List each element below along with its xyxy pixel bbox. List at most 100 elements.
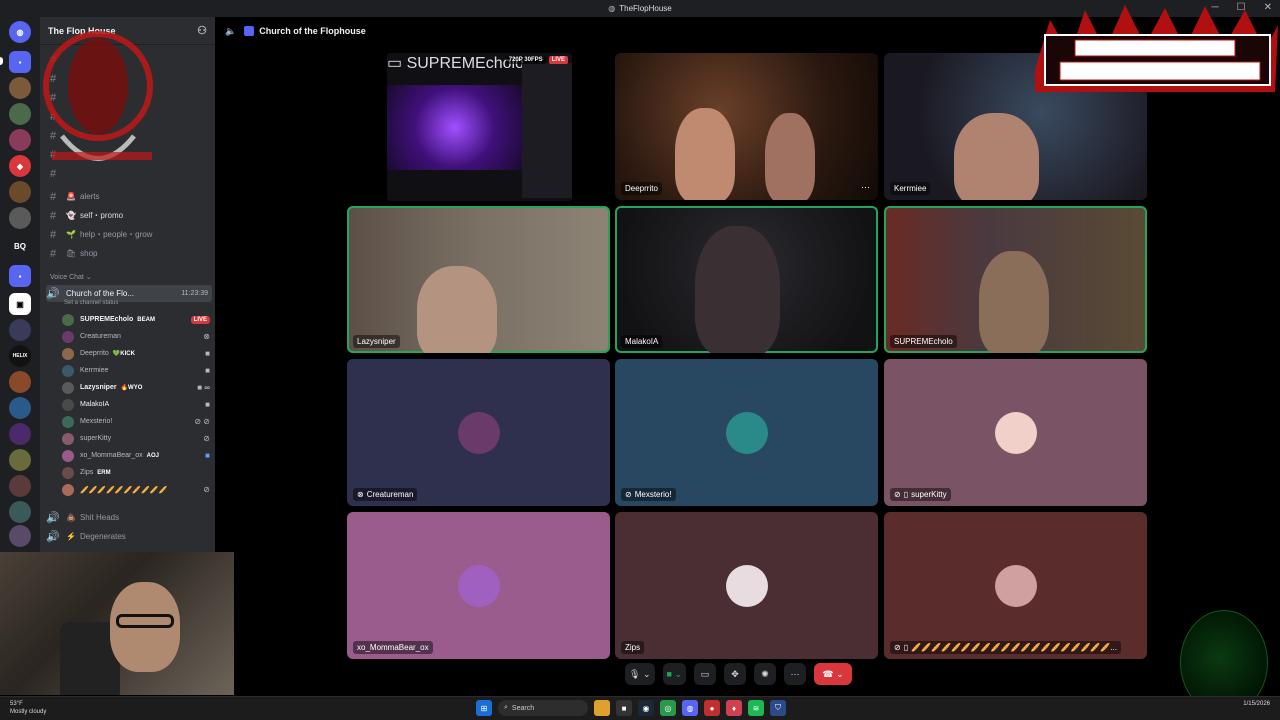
channel-item-blank-3[interactable]: # [46,89,212,106]
video-tile-deeprrito[interactable]: Deeprrito ⋯ [615,53,878,200]
voice-user-kerrmiee[interactable]: Kerrmiee ■ [62,362,210,379]
server-icon-2[interactable] [9,103,31,125]
channel-item-blank-5[interactable]: # [46,127,212,144]
video-tile-lazysniper[interactable]: Lazysniper [347,206,610,353]
taskbar-search[interactable]: ⌕ Search [498,700,588,716]
voice-user-creatureman[interactable]: Creatureman ⊗ [62,328,210,345]
server-icon-13[interactable] [9,475,31,497]
voice-user-malakoia[interactable]: MalakoIA ■ [62,396,210,413]
spotify-icon[interactable]: ≋ [748,700,764,716]
system-tray[interactable]: 1/15/2026 [1243,700,1270,708]
more-icon[interactable]: ⋯ [861,182,870,193]
more-options-button[interactable]: ⋯ [784,663,806,685]
voice-channel-degenerates[interactable]: 🔊 ⚡ Degenerates [46,528,212,545]
voice-user-deeprrito[interactable]: Deeprrito 💚KICK ■ [62,345,210,362]
steam-icon[interactable]: ◉ [638,700,654,716]
avatar [62,415,74,428]
avatar-tile-superkitty[interactable]: ⊘ ▯ superKitty [884,359,1147,506]
speaker-icon: 🔊 [46,288,60,300]
video-tile-malakoia[interactable]: MalakoIA [615,206,878,353]
voice-user-supremecholo[interactable]: SUPREMEcholo BEAM LIVE [62,311,210,328]
video-tile-supremecholo[interactable]: SUPREMEcholo [884,206,1147,353]
channel-item-blank-6[interactable]: # [46,146,212,163]
channel-item-shop[interactable]: # 🛍 shop [46,245,212,262]
folder-icon[interactable]: ▪ [9,51,31,73]
channel-item-self-promo[interactable]: # 👻 self・promo [46,207,212,224]
add-user-icon[interactable]: ⚇ [197,24,207,37]
avatar-tile-zips[interactable]: Zips [615,512,878,659]
channel-item-blank-7[interactable]: # [46,165,212,182]
soundboard-button[interactable]: ✺ [754,663,776,685]
avatar-tile-creatureman[interactable]: ⊗ Creatureman [347,359,610,506]
microphone-button[interactable]: 🎙 ⌄ [625,663,655,685]
activities-button[interactable]: ✥ [724,663,746,685]
streamer-webcam [0,552,234,695]
server-rail: ◍ ▪ ◆ BQ ▪ ▣ HELIX [0,17,40,552]
search-icon: ⌕ [504,704,508,711]
windows-start-icon[interactable]: ⊞ [476,700,492,716]
server-icon-helix[interactable]: HELIX [9,345,31,367]
server-icon-8[interactable] [9,319,31,341]
avatar-tile-mexsterio[interactable]: ⊘ Mexsterio! [615,359,878,506]
home-server-icon[interactable]: ◍ [9,21,31,43]
person [695,226,780,353]
person [765,113,815,200]
app-icon[interactable]: ♦ [726,700,742,716]
voice-channel-shit-heads[interactable]: 🔊 💩 Shit Heads [46,509,212,526]
channel-status-hint[interactable]: Set a channel status [64,300,118,306]
camera-icon: ■ [205,366,210,375]
avatar-tile-mommabear[interactable]: xo_MommaBear_ox [347,512,610,659]
category-voice-chat[interactable]: Voice Chat ⌄ [50,273,92,281]
server-icon-10[interactable] [9,397,31,419]
channel-item-blank-1[interactable]: # [46,51,212,68]
chevron-down-icon: ⌄ [674,668,682,679]
avatar-tile-baguette[interactable]: ⊘ ▯ 🥖🥖🥖🥖🥖🥖🥖🥖🥖🥖🥖🥖🥖🥖🥖🥖🥖🥖🥖🥖... [884,512,1147,659]
camera-button[interactable]: ■ ⌄ [662,663,686,685]
chrome-icon[interactable]: ◎ [660,700,676,716]
channel-item-alerts[interactable]: # 🚨 alerts [46,188,212,205]
category-label: Voice Chat [50,274,84,281]
server-icon-4[interactable]: ◆ [9,155,31,177]
screen-share-preview[interactable]: 720P 30FPS LIVE ▭ SUPREMEcholo [387,53,572,201]
file-explorer-icon[interactable] [594,700,610,716]
server-icon-bq[interactable]: BQ [9,235,31,257]
server-icon-1[interactable] [9,77,31,99]
tile-name: ⊘ ▯ superKitty [890,488,951,501]
server-icon-15[interactable] [9,525,31,547]
minimize-icon[interactable]: ─ [1212,2,1219,13]
folder-icon-2[interactable]: ▪ [9,265,31,287]
voice-user-lazysniper[interactable]: Lazysniper 🔥WYO ■ ∞ [62,379,210,396]
voice-user-zips[interactable]: Zips ERM [62,464,210,481]
speaker-icon: 🔊 [46,531,60,543]
channel-item-blank-2[interactable]: # [46,70,212,87]
voice-user-mexsterio[interactable]: Mexsterio! ⊘ ⊘ [62,413,210,430]
server-icon-9[interactable] [9,371,31,393]
maximize-icon[interactable]: ☐ [1237,2,1246,13]
video-tile-kerrmiee[interactable]: Kerrmiee [884,53,1147,200]
close-icon[interactable]: ✕ [1264,2,1272,13]
server-icon-12[interactable] [9,449,31,471]
server-icon-7[interactable]: ▣ [9,293,31,315]
discord-icon[interactable]: ◍ [682,700,698,716]
shield-icon[interactable]: ⛉ [770,700,786,716]
server-icon-11[interactable] [9,423,31,445]
tile-name: Deeprrito [621,182,662,195]
disconnect-button[interactable]: ☎ ⌄ [814,663,852,685]
screen-share-icon: ▭ [700,668,710,679]
channel-item-blank-4[interactable]: # [46,108,212,125]
channel-item-help[interactable]: # 🌱 help・people・grow [46,226,212,243]
weather-widget[interactable]: 53°F Mostly cloudy [10,700,46,716]
avatar [62,381,74,394]
server-icon-5[interactable] [9,181,31,203]
app-icon[interactable]: ■ [616,700,632,716]
server-header[interactable]: The Flop House ⚇ [40,17,215,45]
app-icon[interactable]: ● [704,700,720,716]
voice-user-superkitty[interactable]: superKitty ⊘ [62,430,210,447]
voice-user-baguette[interactable]: 🥖🥖🥖🥖🥖🥖🥖🥖🥖🥖 ⊘ [62,481,210,498]
server-icon-6[interactable] [9,207,31,229]
hang-up-icon: ☎ [822,668,834,679]
server-icon-3[interactable] [9,129,31,151]
voice-user-mommabear[interactable]: xo_MommaBear_ox AOJ ■ [62,447,210,464]
server-icon-14[interactable] [9,501,31,523]
share-screen-button[interactable]: ▭ [694,663,716,685]
